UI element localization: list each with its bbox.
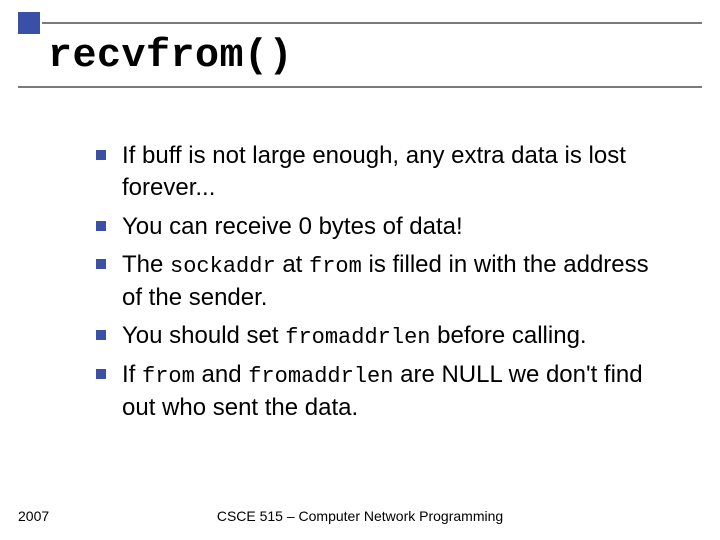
list-item: The sockaddr at from is filled in with t…	[96, 249, 668, 314]
code-segment: sockaddr	[170, 254, 276, 279]
divider-top	[42, 22, 702, 24]
text-segment: before calling.	[430, 322, 586, 349]
divider-bottom	[18, 86, 702, 88]
bullet-text: You can receive 0 bytes of data!	[122, 211, 463, 243]
code-segment: from	[142, 364, 195, 389]
text-segment: You should set	[122, 322, 285, 349]
title-wrap: recvfrom()	[48, 34, 293, 79]
list-item: You can receive 0 bytes of data!	[96, 211, 668, 243]
bullet-text: If buff is not large enough, any extra d…	[122, 140, 668, 205]
footer-course: CSCE 515 – Computer Network Programming	[217, 508, 503, 524]
bullet-list: If buff is not large enough, any extra d…	[96, 140, 668, 430]
accent-square	[18, 12, 40, 34]
bullet-icon	[96, 259, 106, 269]
bullet-text: The sockaddr at from is filled in with t…	[122, 249, 668, 314]
footer-year: 2007	[18, 508, 49, 524]
text-segment: You can receive 0 bytes of data!	[122, 213, 463, 240]
code-segment: from	[309, 254, 362, 279]
footer: 2007 CSCE 515 – Computer Network Program…	[0, 508, 720, 524]
list-item: You should set fromaddrlen before callin…	[96, 320, 668, 353]
list-item: If buff is not large enough, any extra d…	[96, 140, 668, 205]
bullet-text: You should set fromaddrlen before callin…	[122, 320, 587, 353]
bullet-text: If from and fromaddrlen are NULL we don'…	[122, 359, 668, 424]
bullet-icon	[96, 221, 106, 231]
text-segment: If	[122, 361, 142, 388]
text-segment: at	[276, 251, 309, 278]
code-segment: fromaddrlen	[285, 325, 430, 350]
code-segment: fromaddrlen	[248, 364, 393, 389]
text-segment: If buff is not large enough, any extra d…	[122, 142, 626, 201]
bullet-icon	[96, 369, 106, 379]
text-segment: and	[195, 361, 248, 388]
slide-title: recvfrom()	[48, 34, 293, 79]
list-item: If from and fromaddrlen are NULL we don'…	[96, 359, 668, 424]
bullet-icon	[96, 150, 106, 160]
text-segment: The	[122, 251, 170, 278]
slide: recvfrom() If buff is not large enough, …	[0, 0, 720, 540]
bullet-icon	[96, 330, 106, 340]
